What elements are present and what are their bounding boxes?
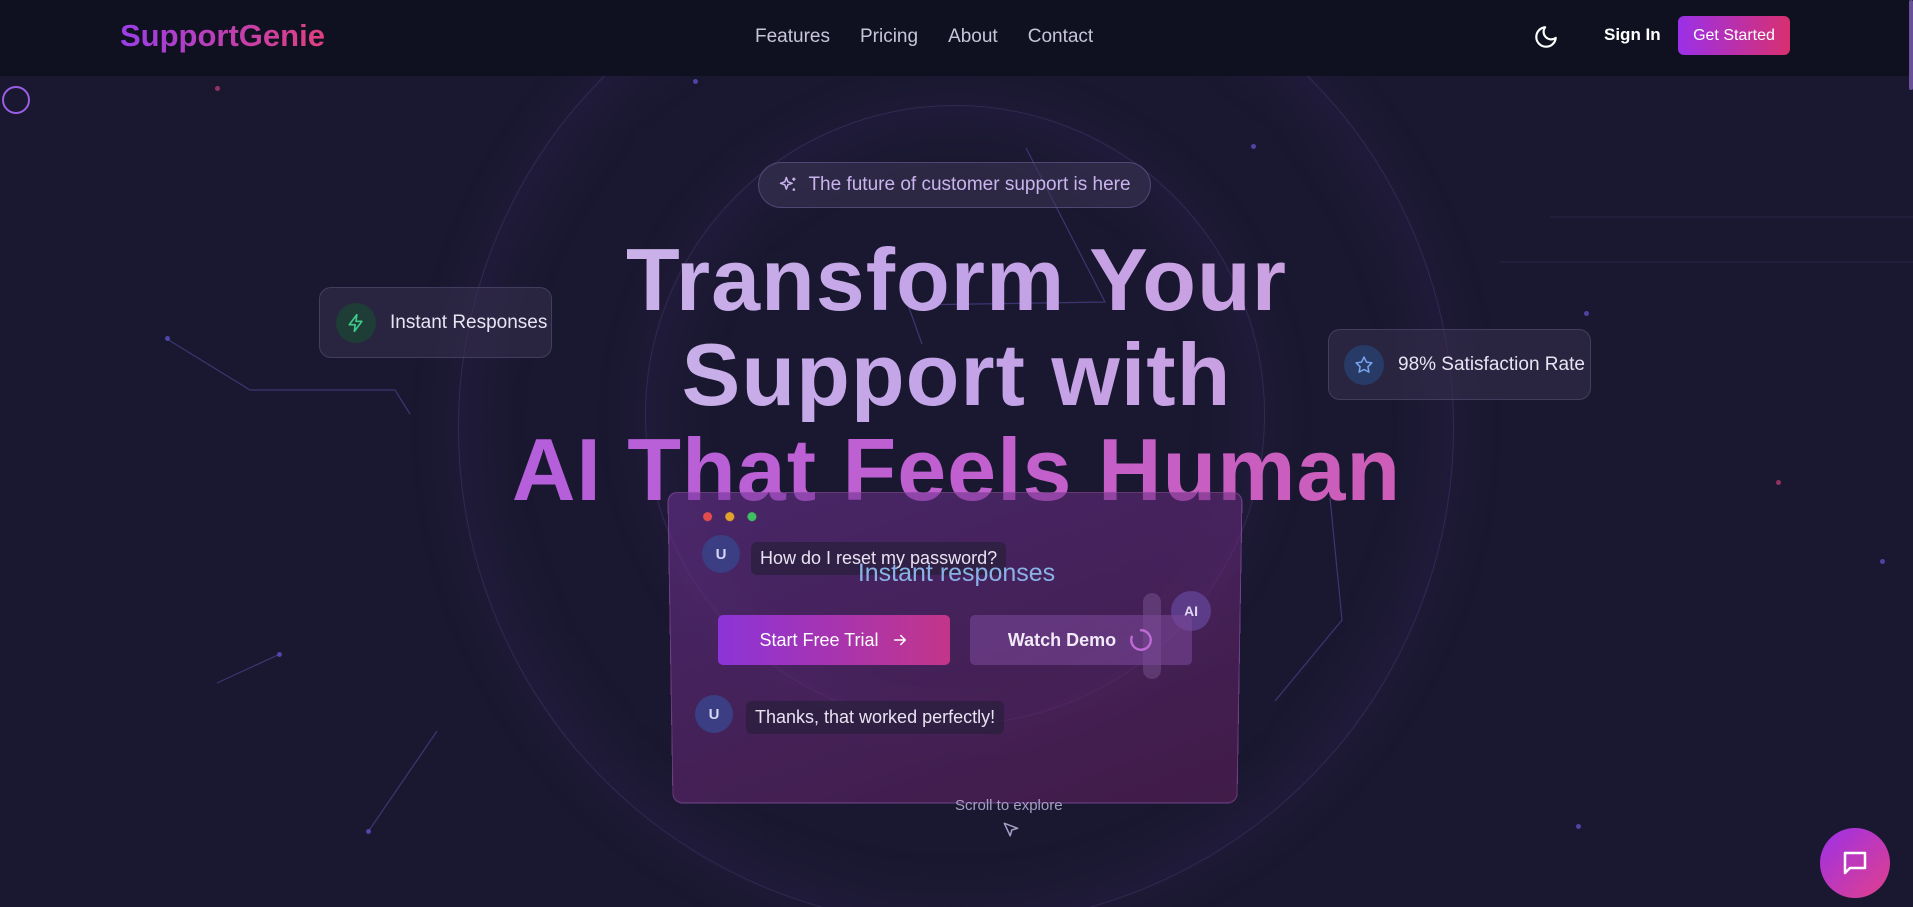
star-icon-badge: [1344, 344, 1384, 385]
announcement-text: The future of customer support is here: [808, 174, 1131, 195]
satisfaction-rate-label: 98% Satisfaction Rate: [1398, 353, 1585, 375]
particle: [277, 652, 282, 657]
cursor-arrow-icon: [1003, 822, 1019, 837]
chat-bubble-icon: [1843, 851, 1867, 875]
arrow-right-icon: [893, 634, 906, 646]
instant-responses-label: Instant Responses: [390, 311, 548, 333]
brand-logo[interactable]: SupportGenie: [120, 18, 325, 54]
hero-headline: Transform Your Support with AI That Feel…: [0, 232, 1913, 517]
moon-icon: [1535, 26, 1557, 48]
start-free-trial-button[interactable]: Start Free Trial: [718, 615, 950, 665]
top-navbar: SupportGenie Features Pricing About Cont…: [0, 0, 1913, 90]
satisfaction-rate-card: 98% Satisfaction Rate: [1328, 329, 1591, 400]
chat-message-user-2: Thanks, that worked perfectly!: [746, 701, 1005, 734]
headline-line-1: Transform Your: [0, 232, 1913, 327]
scroll-hint: Scroll to explore: [955, 797, 1063, 814]
nav-links: Features Pricing About Contact: [755, 26, 1093, 48]
instant-responses-card: Instant Responses: [319, 287, 552, 358]
lightning-icon: [348, 313, 363, 332]
scrollbar-thumb[interactable]: [1909, 0, 1913, 90]
minimize-dot: [725, 512, 735, 522]
nav-link-pricing[interactable]: Pricing: [860, 26, 918, 48]
close-dot: [703, 512, 713, 522]
get-started-button[interactable]: Get Started: [1678, 16, 1790, 55]
watch-demo-button[interactable]: Watch Demo: [970, 615, 1192, 665]
particle: [366, 829, 371, 834]
lightning-icon-badge: [336, 302, 376, 343]
cursor-follower: [2, 86, 30, 114]
headline-line-2: Support with: [0, 327, 1913, 422]
user-avatar: U: [695, 695, 733, 733]
star-icon: [1355, 355, 1373, 373]
instant-responses-overlay: Instant responses: [857, 559, 1056, 587]
start-free-trial-label: Start Free Trial: [759, 629, 879, 650]
nav-link-contact[interactable]: Contact: [1028, 26, 1093, 48]
watch-demo-label: Watch Demo: [1007, 629, 1117, 650]
sparkles-icon: [780, 176, 796, 191]
particle: [1576, 824, 1581, 829]
theme-toggle-button[interactable]: [1533, 24, 1559, 50]
maximize-dot: [747, 512, 757, 522]
particle: [215, 86, 220, 91]
particle: [1251, 144, 1256, 149]
chat-widget-button[interactable]: [1820, 828, 1890, 898]
window-controls: [703, 512, 757, 522]
nav-link-about[interactable]: About: [948, 26, 998, 48]
announcement-pill: The future of customer support is here: [758, 162, 1151, 208]
nav-link-features[interactable]: Features: [755, 26, 830, 48]
loading-spinner-icon: [1130, 629, 1153, 651]
sign-in-button[interactable]: Sign In: [1604, 25, 1661, 45]
particle: [693, 79, 698, 84]
